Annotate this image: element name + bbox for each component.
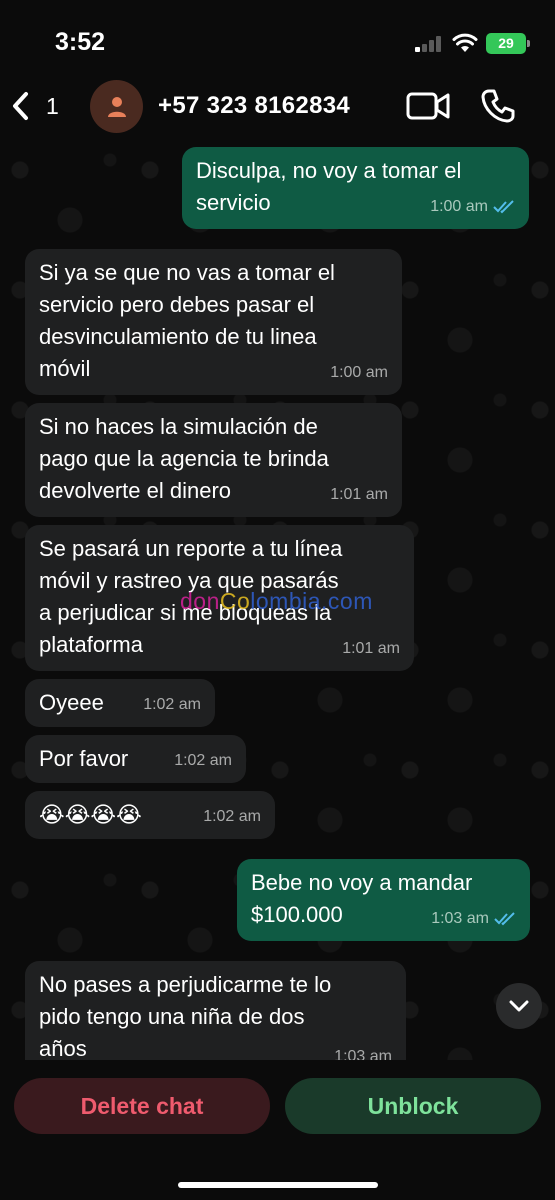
message-meta: 1:00 am bbox=[430, 191, 515, 223]
back-button[interactable]: 1 bbox=[10, 84, 70, 128]
message-meta: 1:02 am bbox=[174, 745, 232, 777]
message-bubble-incoming[interactable]: No pases a perjudicarme te lo pido tengo… bbox=[25, 961, 406, 1060]
message-meta: 1:03 am bbox=[334, 1041, 392, 1060]
watermark: donColombia.com bbox=[180, 588, 373, 615]
contact-name[interactable]: +57 323 8162834 bbox=[158, 92, 350, 120]
unblock-button[interactable]: Unblock bbox=[285, 1078, 541, 1134]
message-meta: 1:03 am bbox=[431, 903, 516, 935]
message-time: 1:02 am bbox=[203, 808, 261, 825]
message-bubble-incoming[interactable]: Oyeee 1:02 am bbox=[25, 679, 215, 727]
action-bar: Delete chat Unblock bbox=[0, 1060, 555, 1200]
chevron-down-icon bbox=[509, 1000, 529, 1012]
message-meta: 1:01 am bbox=[342, 633, 400, 665]
watermark-part: Co bbox=[219, 588, 251, 614]
chevron-left-icon bbox=[13, 92, 28, 120]
watermark-part: don bbox=[180, 588, 220, 614]
message-bubble-incoming[interactable]: 😭😭😭😭 1:02 am bbox=[25, 791, 275, 839]
chat-header: 1 +57 323 8162834 bbox=[0, 70, 555, 140]
status-time: 3:52 bbox=[55, 28, 106, 56]
message-meta: 1:02 am bbox=[203, 801, 261, 833]
message-bubble-incoming[interactable]: Si ya se que no vas a tomar el servicio … bbox=[25, 249, 402, 395]
watermark-part: lombia.com bbox=[250, 588, 373, 614]
avatar[interactable] bbox=[90, 80, 143, 133]
message-time: 1:03 am bbox=[334, 1048, 392, 1060]
message-meta: 1:00 am bbox=[330, 357, 388, 389]
scroll-to-bottom-button[interactable] bbox=[496, 983, 542, 1029]
battery-icon: 29 bbox=[486, 33, 530, 54]
back-count: 1 bbox=[46, 92, 59, 119]
message-time: 1:00 am bbox=[330, 364, 388, 381]
message-time: 1:00 am bbox=[430, 198, 488, 215]
message-bubble-incoming[interactable]: Por favor 1:02 am bbox=[25, 735, 246, 783]
read-receipt-icon bbox=[494, 912, 515, 926]
message-bubble-outgoing[interactable]: Disculpa, no voy a tomar el servicio 1:0… bbox=[182, 147, 529, 229]
home-indicator[interactable] bbox=[178, 1182, 378, 1188]
message-bubble-incoming[interactable]: Si no haces la simulación de pago que la… bbox=[25, 403, 402, 517]
read-receipt-icon bbox=[493, 200, 514, 214]
message-meta: 1:02 am bbox=[143, 689, 201, 721]
wifi-icon bbox=[452, 33, 478, 52]
message-time: 1:03 am bbox=[431, 910, 489, 927]
phone-call-icon[interactable] bbox=[480, 88, 516, 124]
message-time: 1:02 am bbox=[174, 752, 232, 769]
message-meta: 1:01 am bbox=[330, 479, 388, 511]
message-bubble-outgoing[interactable]: Bebe no voy a mandar $100.000 1:03 am bbox=[237, 859, 530, 941]
video-call-icon[interactable] bbox=[406, 90, 450, 122]
delete-chat-button[interactable]: Delete chat bbox=[14, 1078, 270, 1134]
message-time: 1:02 am bbox=[143, 696, 201, 713]
person-icon bbox=[107, 96, 126, 117]
status-bar: 3:52 29 bbox=[0, 0, 555, 70]
message-time: 1:01 am bbox=[330, 486, 388, 503]
signal-icon bbox=[415, 36, 443, 52]
message-time: 1:01 am bbox=[342, 640, 400, 657]
message-list[interactable]: Disculpa, no voy a tomar el servicio 1:0… bbox=[0, 140, 555, 1060]
